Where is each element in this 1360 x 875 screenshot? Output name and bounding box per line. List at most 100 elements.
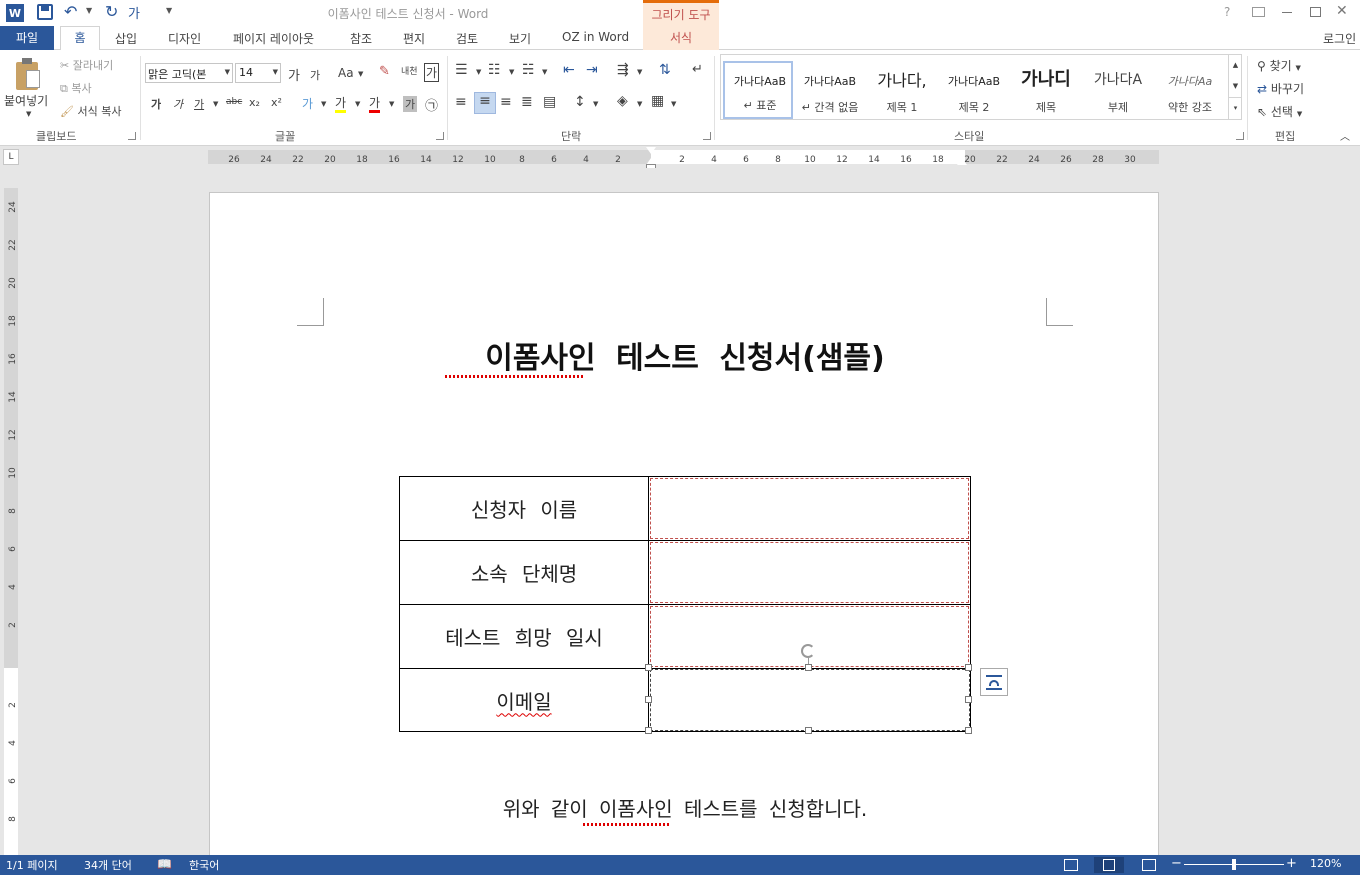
ribbon-display-options-icon[interactable] <box>1252 7 1265 17</box>
phonetic-guide-button[interactable]: 내천 <box>401 64 418 77</box>
tab-selector-icon[interactable]: L <box>3 149 19 165</box>
grow-font-button[interactable]: 가 <box>288 65 300 84</box>
horizontal-ruler[interactable]: 26 24 22 20 18 16 14 12 10 8 6 4 2 2 4 6 8 10 12 14 16 18 20 2… <box>208 147 1159 170</box>
shrink-font-button[interactable]: 가 <box>310 67 320 83</box>
paste-dropdown-icon[interactable]: ▼ <box>26 110 31 118</box>
test-date-field[interactable] <box>650 606 969 667</box>
page-count[interactable]: 1/1 페이지 <box>6 857 58 873</box>
applicant-name-field[interactable] <box>650 478 969 539</box>
style-no-spacing[interactable]: 가나다AaB ↵ 간격 없음 <box>795 61 865 119</box>
resize-handle-top-right[interactable] <box>965 664 972 671</box>
zoom-slider[interactable] <box>1184 859 1284 870</box>
proofing-icon[interactable]: 📖 <box>157 857 172 871</box>
web-layout-icon[interactable] <box>1142 859 1156 871</box>
styles-dialog-launcher[interactable] <box>1236 132 1244 140</box>
clipboard-dialog-launcher[interactable] <box>128 132 136 140</box>
vertical-ruler[interactable]: 24 22 20 18 16 14 12 10 8 6 4 2 2 4 6 8 <box>4 188 18 855</box>
page[interactable]: 이폼사인 테스트 신청서(샘플) 신청자 이름 소속 단체명 테스트 희망 일시 <box>209 192 1159 855</box>
table-label-cell[interactable]: 테스트 희망 일시 <box>400 605 649 668</box>
zoom-slider-thumb[interactable] <box>1232 859 1236 870</box>
resize-handle-left[interactable] <box>645 696 652 703</box>
text-effects-button[interactable]: 가 <box>302 95 313 112</box>
login-link[interactable]: 로그인 <box>1323 30 1356 47</box>
help-icon[interactable]: ? <box>1224 5 1230 19</box>
font-size-combo[interactable]: 14 ▼ <box>235 63 281 83</box>
find-button[interactable]: ⚲ 찾기 ▼ <box>1257 57 1301 74</box>
strikethrough-button[interactable]: abc <box>226 97 242 107</box>
format-painter-button[interactable]: 🖌 서식 복사 <box>60 103 121 119</box>
underline-dropdown-icon[interactable]: ▼ <box>213 100 218 108</box>
font-color-button[interactable]: 가 <box>369 94 381 113</box>
word-count[interactable]: 34개 단어 <box>84 857 132 873</box>
tab-references[interactable]: 참조 <box>350 30 372 47</box>
bold-button[interactable]: 가 <box>151 96 161 112</box>
read-mode-icon[interactable] <box>1064 859 1078 871</box>
resize-handle-top[interactable] <box>805 664 812 671</box>
collapse-ribbon-icon[interactable]: ︿ <box>1340 128 1350 143</box>
style-title[interactable]: 가나디 제목 <box>1011 61 1081 119</box>
first-line-indent-marker[interactable] <box>646 147 656 154</box>
highlight-button[interactable]: 가 <box>335 94 347 113</box>
zoom-out-button[interactable]: − <box>1171 856 1182 871</box>
resize-handle-bottom-left[interactable] <box>645 727 652 734</box>
style-heading1[interactable]: 가나다, 제목 1 <box>867 61 937 119</box>
line-spacing-dropdown-icon[interactable]: ▼ <box>593 100 598 108</box>
tab-view[interactable]: 보기 <box>509 30 531 47</box>
clear-formatting-button[interactable]: ✎ <box>379 64 390 79</box>
table-label-cell[interactable]: 신청자 이름 <box>400 477 649 540</box>
copy-button[interactable]: ⧉ 복사 <box>60 80 92 96</box>
maximize-icon[interactable] <box>1310 7 1321 17</box>
enclose-characters-button[interactable]: ㉠ <box>425 95 438 114</box>
resize-handle-top-left[interactable] <box>645 664 652 671</box>
highlight-dropdown-icon[interactable]: ▼ <box>355 100 360 108</box>
resize-handle-bottom[interactable] <box>805 727 812 734</box>
language[interactable]: 한국어 <box>189 857 219 873</box>
tab-oz-in-word[interactable]: OZ in Word <box>562 30 629 44</box>
right-indent-marker[interactable] <box>957 158 967 165</box>
resize-handle-right[interactable] <box>965 696 972 703</box>
select-dropdown-icon[interactable]: ▼ <box>1297 110 1302 118</box>
zoom-level[interactable]: 120% <box>1310 857 1341 870</box>
line-spacing-icon[interactable]: ↕ <box>574 94 586 110</box>
numbering-icon[interactable]: ☷ <box>488 62 501 78</box>
paste-button[interactable]: 붙여넣기 <box>4 92 48 109</box>
bullets-icon[interactable]: ☰ <box>455 62 468 78</box>
multilevel-list-icon[interactable]: ☵ <box>522 62 535 78</box>
change-case-dropdown-icon[interactable]: ▼ <box>358 70 363 78</box>
character-border-button[interactable]: 가 <box>424 63 440 82</box>
cut-button[interactable]: ✂ 잘라내기 <box>60 57 113 73</box>
resize-handle-bottom-right[interactable] <box>965 727 972 734</box>
style-subtle-emphasis[interactable]: 가나다Aa 약한 강조 <box>1155 61 1225 119</box>
layout-options-icon[interactable] <box>980 668 1008 696</box>
find-dropdown-icon[interactable]: ▼ <box>1296 64 1301 72</box>
tab-layout[interactable]: 페이지 레이아웃 <box>233 30 314 47</box>
table-label-cell[interactable]: 소속 단체명 <box>400 541 649 604</box>
font-name-combo[interactable]: 맑은 고딕(본 ▼ <box>145 63 233 83</box>
align-center-icon[interactable]: ≡ <box>474 92 496 114</box>
bullets-dropdown-icon[interactable]: ▼ <box>476 68 481 76</box>
subscript-button[interactable]: x₂ <box>249 96 260 109</box>
font-name-dropdown-icon[interactable]: ▼ <box>225 68 230 76</box>
tab-home[interactable]: 홈 <box>60 26 100 51</box>
asian-layout-dropdown-icon[interactable]: ▼ <box>637 68 642 76</box>
rotate-handle-icon[interactable] <box>801 644 815 658</box>
font-color-dropdown-icon[interactable]: ▼ <box>389 100 394 108</box>
tab-insert[interactable]: 삽입 <box>115 30 137 47</box>
show-formatting-icon[interactable]: ↵ <box>692 62 703 77</box>
email-field-selected[interactable] <box>650 669 970 731</box>
asian-layout-icon[interactable]: ⇶ <box>617 62 629 78</box>
superscript-button[interactable]: x² <box>271 96 282 109</box>
tab-mailings[interactable]: 편지 <box>403 30 425 47</box>
align-left-icon[interactable]: ≡ <box>455 94 467 110</box>
tab-format[interactable]: 서식 <box>643 26 719 50</box>
italic-button[interactable]: 가 <box>173 96 183 112</box>
underline-button[interactable]: 가 <box>194 96 204 112</box>
shading-dropdown-icon[interactable]: ▼ <box>637 100 642 108</box>
paste-icon[interactable] <box>14 58 42 92</box>
style-subtitle[interactable]: 가나다A 부제 <box>1083 61 1153 119</box>
multilevel-dropdown-icon[interactable]: ▼ <box>542 68 547 76</box>
tab-design[interactable]: 디자인 <box>168 30 201 47</box>
select-button[interactable]: ⇖ 선택 ▼ <box>1257 103 1302 120</box>
distributed-icon[interactable]: ▤ <box>543 94 556 110</box>
change-case-button[interactable]: Aa <box>338 66 354 80</box>
